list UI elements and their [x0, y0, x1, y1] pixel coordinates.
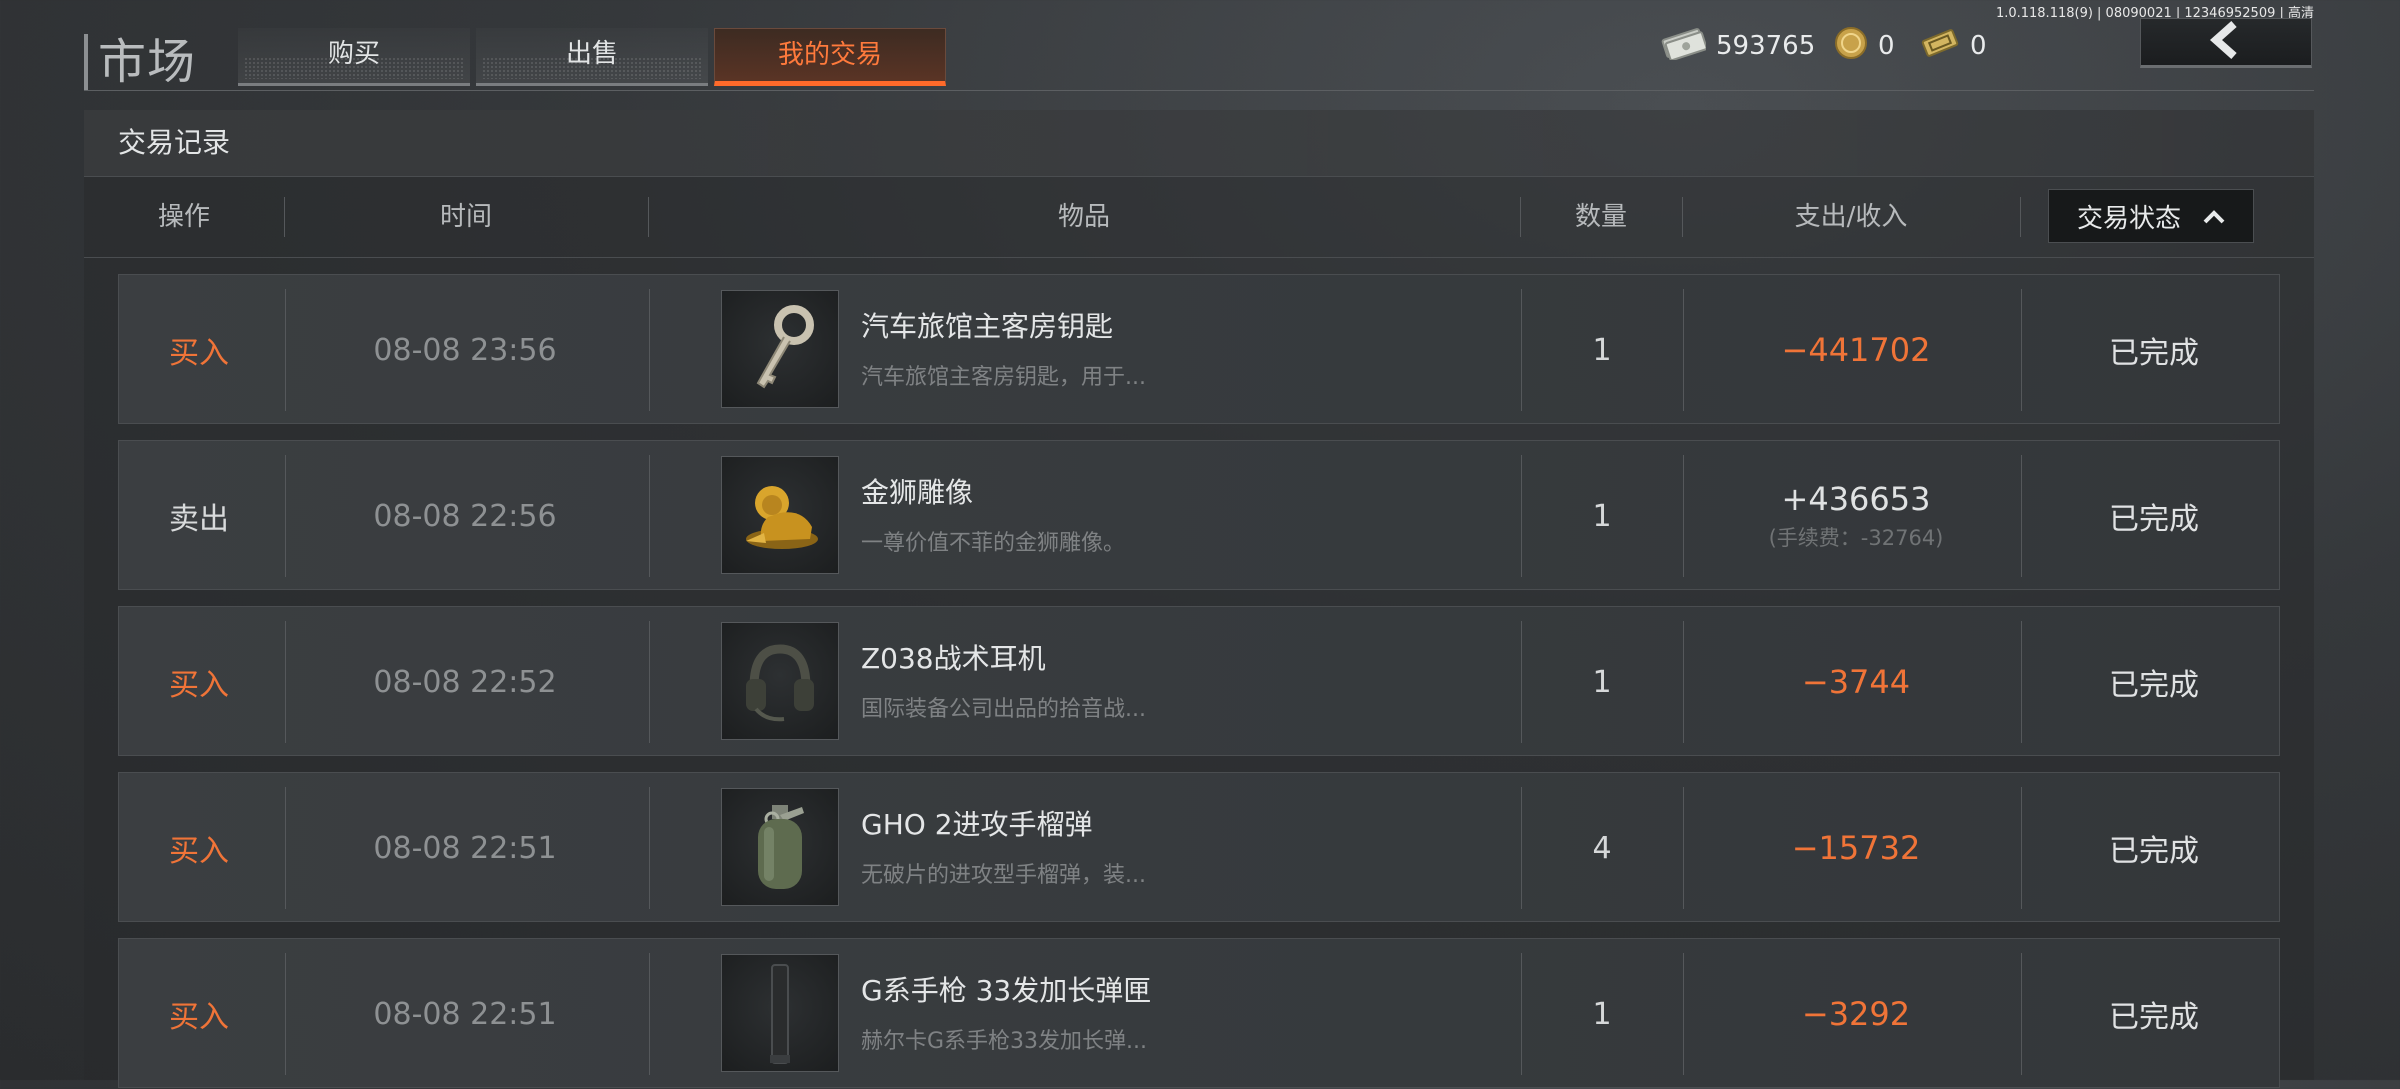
tab-my-trades[interactable]: 我的交易: [714, 28, 946, 86]
row-divider: [2021, 289, 2022, 411]
grenade-icon: [721, 788, 839, 906]
row-divider: [1683, 289, 1684, 411]
col-divider: [2020, 197, 2021, 237]
row-quantity: 1: [1592, 332, 1612, 368]
row-quantity: 1: [1592, 664, 1612, 700]
row-time: 08-08 23:56: [373, 332, 557, 368]
row-divider: [649, 455, 650, 577]
item-description: 一尊价值不菲的金狮雕像。: [861, 531, 1126, 556]
row-amount: −15732: [1691, 773, 2021, 923]
table-row[interactable]: 买入 08-08 22:51 G系手枪 33发加长弹匣 赫尔卡G系手枪33发加长…: [118, 938, 2280, 1088]
tab-sell-label: 出售: [565, 39, 618, 69]
row-quantity: 1: [1592, 498, 1612, 534]
item-description: 国际装备公司出品的拾音战...: [861, 697, 1146, 722]
row-divider: [2021, 787, 2022, 909]
row-divider: [1683, 455, 1684, 577]
tab-buy[interactable]: 购买: [238, 28, 470, 86]
amount-value: −15732: [1791, 829, 1921, 867]
table-row[interactable]: 买入 08-08 22:52 Z038战术耳机 国际装备公司出品的拾音战... …: [118, 606, 2280, 756]
header-divider: [84, 90, 2314, 91]
magazine-icon: [721, 954, 839, 1072]
row-divider: [649, 787, 650, 909]
row-divider: [649, 621, 650, 743]
back-button[interactable]: [2140, 18, 2312, 68]
amount-value: −3744: [1801, 663, 1911, 701]
row-amount: +436653 (手续费：-32764): [1691, 441, 2021, 591]
item-name: GHO 2进攻手榴弹: [861, 808, 1093, 841]
item-name: 汽车旅馆主客房钥匙: [861, 310, 1114, 343]
row-divider: [1683, 787, 1684, 909]
coin-icon: [1834, 26, 1868, 67]
row-status: 已完成: [2109, 1000, 2199, 1035]
row-divider: [649, 289, 650, 411]
row-time: 08-08 22:51: [373, 996, 557, 1032]
amount-value: +436653: [1781, 480, 1931, 518]
row-action: 卖出: [169, 502, 229, 537]
table-row[interactable]: 卖出 08-08 22:56 金狮雕像 一尊价值不菲的金狮雕像。 1 +4366…: [118, 440, 2280, 590]
row-time: 08-08 22:51: [373, 830, 557, 866]
item-name: Z038战术耳机: [861, 642, 1046, 675]
currency-ticket: 0: [1920, 26, 1987, 66]
table-header: 操作 时间 物品 数量 支出/收入 交易状态: [84, 176, 2314, 258]
row-amount: −3292: [1691, 939, 2021, 1089]
item-name: 金狮雕像: [861, 476, 974, 509]
row-action: 买入: [169, 668, 229, 703]
chevron-up-icon: [2203, 201, 2225, 231]
item-description: 无破片的进攻型手榴弹，装...: [861, 863, 1146, 888]
ticket-icon: [1920, 26, 1960, 67]
fee-note: (手续费：-32764): [1768, 526, 1944, 550]
amount-value: −441702: [1781, 331, 1931, 369]
row-action: 买入: [169, 1000, 229, 1035]
cash-stack-icon: [1660, 26, 1708, 67]
trade-records-panel: 交易记录 操作 时间 物品 数量 支出/收入 交易状态: [84, 110, 2314, 1080]
row-status: 已完成: [2109, 502, 2199, 537]
table-row[interactable]: 买入 08-08 22:51 GHO 2进攻手榴弹 无破片的进攻型手榴弹，装..…: [118, 772, 2280, 922]
row-time: 08-08 22:52: [373, 664, 557, 700]
coin-value: 0: [1878, 31, 1895, 61]
tab-my-trades-label: 我的交易: [777, 40, 882, 70]
row-status: 已完成: [2109, 668, 2199, 703]
ticket-value: 0: [1970, 31, 1987, 61]
item-description: 汽车旅馆主客房钥匙，用于...: [861, 365, 1146, 390]
col-quantity: 数量: [1574, 202, 1627, 232]
row-action: 买入: [169, 834, 229, 869]
row-divider: [649, 953, 650, 1075]
row-amount: −441702: [1691, 275, 2021, 425]
table-row[interactable]: 买入 08-08 23:56 汽车旅馆主客房钥匙 汽车旅馆主客房钥匙，用于...…: [118, 274, 2280, 424]
status-sort-label: 交易状态: [2076, 203, 2181, 234]
row-divider: [1683, 953, 1684, 1075]
headset-icon: [721, 622, 839, 740]
key-icon: [721, 290, 839, 408]
amount-value: −3292: [1801, 995, 1911, 1033]
currency-coin: 0: [1834, 26, 1895, 66]
col-time: 时间: [439, 202, 492, 232]
status-sort-button[interactable]: 交易状态: [2048, 189, 2254, 243]
row-action: 买入: [169, 336, 229, 371]
col-item: 物品: [1057, 202, 1110, 232]
currency-cash: 593765: [1660, 26, 1815, 66]
row-quantity: 4: [1592, 830, 1612, 866]
tab-sell[interactable]: 出售: [476, 28, 708, 86]
col-action: 操作: [157, 202, 210, 232]
row-status: 已完成: [2109, 834, 2199, 869]
tab-buy-label: 购买: [327, 39, 380, 69]
col-amount: 支出/收入: [1794, 202, 1908, 232]
cash-value: 593765: [1716, 31, 1816, 61]
row-divider: [2021, 621, 2022, 743]
row-status: 已完成: [2109, 336, 2199, 371]
row-amount: −3744: [1691, 607, 2021, 757]
item-name: G系手枪 33发加长弹匣: [861, 974, 1152, 1007]
row-time: 08-08 22:56: [373, 498, 557, 534]
panel-title: 交易记录: [84, 110, 2314, 176]
row-divider: [2021, 455, 2022, 577]
chevron-left-icon: [2206, 20, 2246, 64]
row-quantity: 1: [1592, 996, 1612, 1032]
golden-lion-icon: [721, 456, 839, 574]
row-divider: [2021, 953, 2022, 1075]
page-title: 市场: [84, 34, 196, 90]
row-divider: [1683, 621, 1684, 743]
item-description: 赫尔卡G系手枪33发加长弹...: [861, 1029, 1148, 1054]
